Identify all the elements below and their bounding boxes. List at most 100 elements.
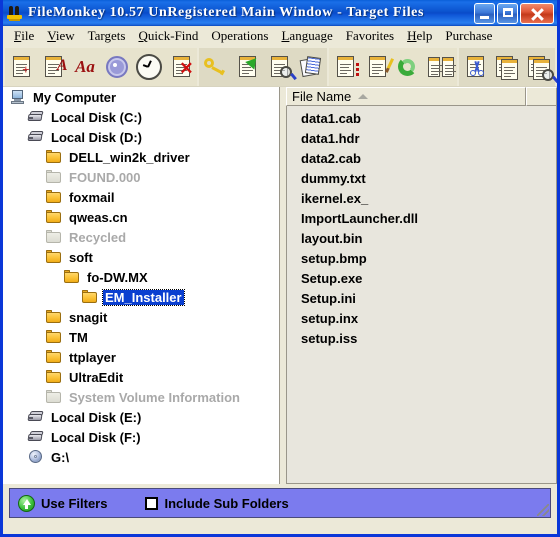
bottom-bar: Use Filters Include Sub Folders [3, 484, 557, 524]
folder-icon [45, 209, 63, 225]
file-list-row[interactable]: Setup.ini [287, 288, 556, 308]
title-bar: FileMonkey 10.57 UnRegistered Main Windo… [3, 0, 557, 26]
refresh-icon[interactable] [393, 49, 425, 85]
file-list-row[interactable]: data1.hdr [287, 128, 556, 148]
maximize-button[interactable] [497, 2, 518, 24]
resize-grip[interactable] [537, 504, 549, 516]
tree-node[interactable]: soft [3, 247, 279, 267]
change-case-icon[interactable]: Aa [69, 49, 101, 85]
file-list-row[interactable]: setup.bmp [287, 248, 556, 268]
menu-item-help[interactable]: Help [401, 27, 439, 45]
folder-icon [45, 149, 63, 165]
folder-tree[interactable]: My Computer Local Disk (C:) Local Disk (D:… [3, 87, 280, 484]
tree-node[interactable]: FOUND.000 [3, 167, 279, 187]
file-list-row[interactable]: layout.bin [287, 228, 556, 248]
menu-item-quick-find[interactable]: Quick-Find [132, 27, 205, 45]
tree-node[interactable]: snagit [3, 307, 279, 327]
menu-item-favorites[interactable]: Favorites [340, 27, 401, 45]
use-filters-label[interactable]: Use Filters [41, 496, 107, 511]
include-sub-folders-checkbox[interactable] [145, 496, 159, 510]
menu-item-operations[interactable]: Operations [205, 27, 275, 45]
menu-item-view[interactable]: View [41, 27, 81, 45]
add-files-icon[interactable]: + [5, 49, 37, 85]
cut-split-icon[interactable] [459, 49, 491, 85]
compare-files-icon[interactable] [425, 49, 457, 85]
properties-gear-icon[interactable] [101, 49, 133, 85]
delete-files-icon[interactable]: ✕ [165, 49, 197, 85]
tree-node[interactable]: G:\ [3, 447, 279, 467]
tree-node[interactable]: My Computer [3, 87, 279, 107]
tree-node-label: Local Disk (E:) [51, 409, 142, 425]
column-header-file-name[interactable]: File Name [286, 87, 526, 106]
window-controls [474, 2, 557, 24]
file-list-header: File Name [286, 87, 557, 106]
column-header-spacer[interactable] [526, 87, 557, 106]
tree-node[interactable]: EM_Installer [3, 287, 279, 307]
tree-node-label: soft [69, 249, 93, 265]
tree-node-label: G:\ [51, 449, 70, 465]
file-list-row[interactable]: data2.cab [287, 148, 556, 168]
tree-node-label: EM_Installer [102, 288, 185, 306]
tree-node-label: ttplayer [69, 349, 116, 365]
move-files-icon[interactable] [231, 49, 263, 85]
tree-node[interactable]: Recycled [3, 227, 279, 247]
menu-label-file: ile [21, 28, 35, 43]
menu-item-purchase[interactable]: Purchase [439, 27, 499, 45]
tree-node[interactable]: UltraEdit [3, 367, 279, 387]
disk-icon [27, 429, 45, 445]
tree-node[interactable]: Local Disk (D:) [3, 127, 279, 147]
list-files-icon[interactable] [329, 49, 361, 85]
tree-node[interactable]: Local Disk (F:) [3, 427, 279, 447]
search-files-icon[interactable] [523, 49, 555, 85]
menu-item-file[interactable]: File [8, 27, 41, 45]
tree-node[interactable]: TM [3, 327, 279, 347]
disk-icon [27, 109, 45, 125]
merge-files-icon[interactable] [491, 49, 523, 85]
tree-node[interactable]: DELL_win2k_driver [3, 147, 279, 167]
toolbar-group-1: + A Aa ✕ [5, 47, 197, 86]
window-title: FileMonkey 10.57 UnRegistered Main Windo… [28, 5, 425, 20]
tree-node-label: Recycled [69, 229, 127, 245]
folder-icon [63, 269, 81, 285]
disk-icon [27, 409, 45, 425]
menu-item-language[interactable]: Language [275, 27, 339, 45]
tree-node[interactable]: System Volume Information [3, 387, 279, 407]
file-list-row[interactable]: setup.iss [287, 328, 556, 348]
tree-node[interactable]: ttplayer [3, 347, 279, 367]
folder-icon [45, 229, 63, 245]
tree-node-label: snagit [69, 309, 108, 325]
duplicate-files-icon[interactable] [295, 49, 327, 85]
file-list-row[interactable]: dummy.txt [287, 168, 556, 188]
computer-icon [9, 89, 27, 105]
green-up-arrow-icon[interactable] [18, 494, 35, 512]
minimize-button[interactable] [474, 2, 495, 24]
include-sub-folders-label[interactable]: Include Sub Folders [164, 496, 288, 511]
toolbar-group-2 [199, 47, 327, 86]
file-list-row[interactable]: data1.cab [287, 108, 556, 128]
application-window: FileMonkey 10.57 UnRegistered Main Windo… [0, 0, 560, 537]
tree-node[interactable]: foxmail [3, 187, 279, 207]
tree-node-label: fo-DW.MX [87, 269, 148, 285]
tree-node[interactable]: fo-DW.MX [3, 267, 279, 287]
tree-node[interactable]: Local Disk (C:) [3, 107, 279, 127]
folder-icon [45, 369, 63, 385]
file-list-body[interactable]: data1.cab data1.hdr data2.cab dummy.txt iker… [286, 106, 557, 484]
rename-text-icon[interactable]: A [37, 49, 69, 85]
menu-item-targets[interactable]: Targets [82, 27, 133, 45]
file-list-row[interactable]: Setup.exe [287, 268, 556, 288]
close-button[interactable] [520, 2, 554, 24]
file-list-row[interactable]: ikernel.ex_ [287, 188, 556, 208]
tree-node[interactable]: qweas.cn [3, 207, 279, 227]
file-list-row[interactable]: ImportLauncher.dll [287, 208, 556, 228]
find-in-files-icon[interactable] [263, 49, 295, 85]
tree-node[interactable]: Local Disk (E:) [3, 407, 279, 427]
folder-icon [45, 189, 63, 205]
file-list-row[interactable]: setup.inx [287, 308, 556, 328]
filter-bar: Use Filters Include Sub Folders [9, 488, 551, 518]
column-header-label: File Name [292, 89, 352, 104]
monkey-icon [6, 4, 24, 22]
attributes-key-icon[interactable] [199, 49, 231, 85]
toolbar-group-3 [329, 47, 457, 86]
timestamps-clock-icon[interactable] [133, 49, 165, 85]
edit-files-icon[interactable] [361, 49, 394, 85]
